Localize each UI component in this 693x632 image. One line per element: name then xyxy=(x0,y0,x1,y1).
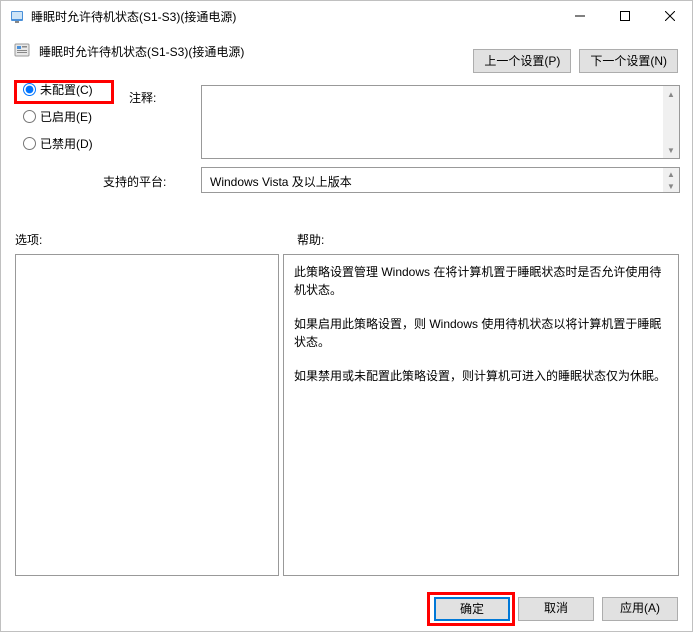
radio-enabled-input[interactable] xyxy=(23,110,36,123)
radio-not-configured[interactable]: 未配置(C) xyxy=(23,81,93,98)
policy-item-icon xyxy=(13,41,33,61)
help-panel: 此策略设置管理 Windows 在将计算机置于睡眠状态时是否允许使用待机状态。 … xyxy=(283,254,679,576)
next-setting-button[interactable]: 下一个设置(N) xyxy=(579,49,678,73)
options-label: 选项: xyxy=(15,231,42,248)
close-button[interactable] xyxy=(647,1,692,31)
radio-not-configured-label: 未配置(C) xyxy=(40,81,93,98)
radio-disabled-label: 已禁用(D) xyxy=(40,135,93,152)
cancel-button[interactable]: 取消 xyxy=(518,597,594,621)
help-para-1: 此策略设置管理 Windows 在将计算机置于睡眠状态时是否允许使用待机状态。 xyxy=(294,263,668,299)
scroll-up-icon[interactable]: ▲ xyxy=(663,86,679,102)
window-title: 睡眠时允许待机状态(S1-S3)(接通电源) xyxy=(31,8,557,25)
scroll-up-icon[interactable]: ▲ xyxy=(663,168,679,180)
titlebar: 睡眠时允许待机状态(S1-S3)(接通电源) xyxy=(1,1,692,31)
scroll-down-icon[interactable]: ▼ xyxy=(663,180,679,192)
platform-text: Windows Vista 及以上版本 ▲ ▼ xyxy=(201,167,680,193)
ok-button[interactable]: 确定 xyxy=(434,597,510,621)
window-controls xyxy=(557,1,692,31)
help-para-3: 如果禁用或未配置此策略设置，则计算机可进入的睡眠状态仅为休眠。 xyxy=(294,367,668,385)
prev-setting-button[interactable]: 上一个设置(P) xyxy=(473,49,571,73)
radio-disabled[interactable]: 已禁用(D) xyxy=(23,135,93,152)
radio-not-configured-input[interactable] xyxy=(23,83,36,96)
help-label: 帮助: xyxy=(297,231,324,248)
radio-enabled[interactable]: 已启用(E) xyxy=(23,108,93,125)
annotation-label: 注释: xyxy=(129,89,156,106)
options-panel xyxy=(15,254,279,576)
platform-value: Windows Vista 及以上版本 xyxy=(210,175,352,189)
help-para-2: 如果启用此策略设置，则 Windows 使用待机状态以将计算机置于睡眠状态。 xyxy=(294,315,668,351)
minimize-button[interactable] xyxy=(557,1,602,31)
platform-label: 支持的平台: xyxy=(103,173,166,190)
radio-disabled-input[interactable] xyxy=(23,137,36,150)
annotation-textarea[interactable]: ▲ ▼ xyxy=(201,85,680,159)
radio-enabled-label: 已启用(E) xyxy=(40,108,92,125)
dialog-buttons: 确定 取消 应用(A) xyxy=(434,597,678,621)
scroll-down-icon[interactable]: ▼ xyxy=(663,142,679,158)
policy-icon xyxy=(9,8,25,24)
apply-button[interactable]: 应用(A) xyxy=(602,597,678,621)
scrollbar[interactable]: ▲ ▼ xyxy=(663,86,679,158)
config-radio-group: 未配置(C) 已启用(E) 已禁用(D) xyxy=(23,81,93,162)
scrollbar[interactable]: ▲ ▼ xyxy=(663,168,679,192)
maximize-button[interactable] xyxy=(602,1,647,31)
policy-header: 睡眠时允许待机状态(S1-S3)(接通电源) 上一个设置(P) 下一个设置(N) xyxy=(1,31,692,77)
